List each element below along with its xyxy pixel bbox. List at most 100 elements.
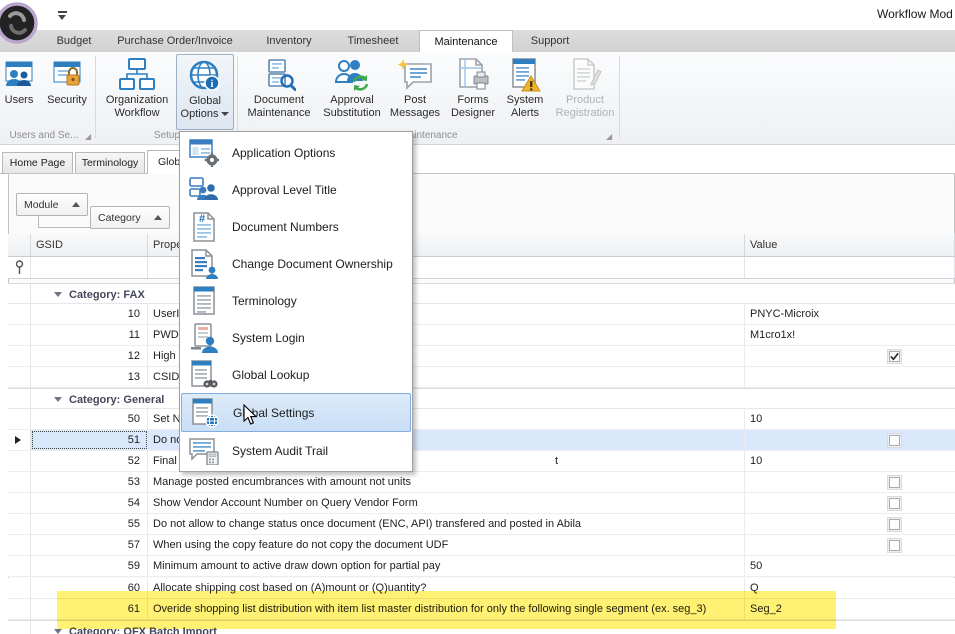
menu-item-application-options[interactable]: Application Options xyxy=(181,134,411,171)
cell-value[interactable] xyxy=(745,367,955,387)
menu-item-label: Change Document Ownership xyxy=(232,257,393,271)
table-row-53[interactable]: 53 Manage posted encumbrances with amoun… xyxy=(8,472,955,493)
menu-item-document-numbers[interactable]: # Document Numbers xyxy=(181,208,411,245)
global-options-button[interactable]: i Global Options xyxy=(176,54,234,130)
tab-purchase-order-invoice[interactable]: Purchase Order/Invoice xyxy=(108,30,242,52)
app-logo-icon[interactable] xyxy=(0,1,40,50)
approval-substitution-icon xyxy=(318,56,386,94)
post-messages-button[interactable]: Post Messages xyxy=(388,56,442,126)
cell-value[interactable]: 10 xyxy=(745,451,955,471)
cell-property[interactable]: Minimum amount to active draw down optio… xyxy=(148,556,745,576)
checkbox-unchecked[interactable] xyxy=(887,517,902,532)
tab-inventory[interactable]: Inventory xyxy=(252,30,326,52)
button-label: Registration xyxy=(556,107,615,119)
cell-property[interactable]: Show Vendor Account Number on Query Vend… xyxy=(148,493,745,513)
cell-value[interactable]: PNYC-Microix xyxy=(745,304,955,324)
table-row-59[interactable]: 59 Minimum amount to active draw down op… xyxy=(8,556,955,577)
table-row-57[interactable]: 57 When using the copy feature do not co… xyxy=(8,535,955,556)
system-alerts-button[interactable]: System Alerts xyxy=(502,56,548,126)
filter-cell-gsid[interactable] xyxy=(31,257,148,278)
cell-gsid: 51 xyxy=(31,430,148,450)
checkbox-unchecked[interactable] xyxy=(887,496,902,511)
tab-support[interactable]: Support xyxy=(518,30,582,52)
global-options-icon: i xyxy=(177,57,233,95)
group-row-general[interactable]: Category: General xyxy=(8,388,955,409)
forms-designer-icon xyxy=(444,56,502,94)
table-row-11[interactable]: 11 PWD M1cro1x! xyxy=(8,325,955,346)
sort-ascending-icon xyxy=(72,202,80,207)
checkbox-checked[interactable] xyxy=(887,349,902,364)
menu-item-global-lookup[interactable]: Global Lookup xyxy=(181,356,411,393)
cell-value[interactable] xyxy=(745,514,955,534)
table-row-12[interactable]: 12 High xyxy=(8,346,955,367)
system-alerts-icon xyxy=(502,56,548,94)
auto-filter-row[interactable] xyxy=(8,257,955,279)
cell-value[interactable] xyxy=(745,535,955,555)
cell-value[interactable] xyxy=(745,430,955,450)
organization-workflow-button[interactable]: Organization Workflow xyxy=(98,56,176,126)
tab-budget[interactable]: Budget xyxy=(44,30,104,52)
approval-substitution-button[interactable]: Approval Substitution xyxy=(318,56,386,126)
users-button[interactable]: Users xyxy=(0,56,38,126)
cell-gsid: 10 xyxy=(31,304,148,324)
checkbox-unchecked[interactable] xyxy=(887,433,902,448)
document-maintenance-button[interactable]: Document Maintenance xyxy=(240,56,318,126)
table-row-50[interactable]: 50 Set N 10 xyxy=(8,409,955,430)
menu-item-terminology[interactable]: Terminology xyxy=(181,282,411,319)
dialog-launcher-icon[interactable]: ◢ xyxy=(85,132,91,141)
collapse-arrow-icon[interactable] xyxy=(54,292,62,297)
cell-gsid: 50 xyxy=(31,409,148,429)
forms-designer-button[interactable]: Forms Designer xyxy=(444,56,502,126)
group-by-category[interactable]: Category xyxy=(90,206,170,229)
users-icon xyxy=(0,56,38,94)
menu-item-system-login[interactable]: System Login xyxy=(181,319,411,356)
button-label: Document xyxy=(254,94,304,106)
doc-tab-home-page[interactable]: Home Page xyxy=(2,152,73,174)
system-audit-trail-icon xyxy=(188,436,220,466)
filter-cell-value[interactable] xyxy=(745,257,955,278)
button-label: Security xyxy=(47,94,87,106)
menu-item-global-settings[interactable]: Global Settings xyxy=(181,393,411,432)
collapse-arrow-icon[interactable] xyxy=(54,629,62,634)
table-row-13[interactable]: 13 CSID xyxy=(8,367,955,388)
doc-tab-terminology[interactable]: Terminology xyxy=(75,152,145,174)
security-icon xyxy=(40,56,94,94)
table-row-51-selected[interactable]: 51 Do no xyxy=(8,430,955,451)
menu-item-approval-level-title[interactable]: Approval Level Title xyxy=(181,171,411,208)
table-row-52[interactable]: 52 Finalt 10 xyxy=(8,451,955,472)
cell-gsid: 59 xyxy=(31,556,148,576)
cell-property[interactable]: Manage posted encumbrances with amount n… xyxy=(148,472,745,492)
organization-workflow-icon xyxy=(98,56,176,94)
collapse-arrow-icon[interactable] xyxy=(54,397,62,402)
cell-value[interactable] xyxy=(745,346,955,366)
cell-value[interactable] xyxy=(745,472,955,492)
group-by-module-label: Module xyxy=(24,199,58,211)
group-row-fax[interactable]: Category: FAX xyxy=(8,283,955,304)
tab-maintenance[interactable]: Maintenance xyxy=(419,30,513,52)
group-by-module[interactable]: Module xyxy=(16,193,88,216)
button-label: Users xyxy=(5,94,34,106)
table-row-55[interactable]: 55 Do not allow to change status once do… xyxy=(8,514,955,535)
security-button[interactable]: Security xyxy=(40,56,94,126)
quick-access-customize-icon[interactable] xyxy=(58,11,68,21)
checkbox-unchecked[interactable] xyxy=(887,538,902,553)
table-row-10[interactable]: 10 UserI PNYC-Microix xyxy=(8,304,955,325)
column-header-gsid[interactable]: GSID xyxy=(31,234,148,256)
menu-item-system-audit-trail[interactable]: System Audit Trail xyxy=(181,432,411,469)
dialog-launcher-icon[interactable]: ◢ xyxy=(606,132,612,141)
checkbox-unchecked[interactable] xyxy=(887,475,902,490)
button-label: Options xyxy=(181,108,219,120)
document-maintenance-icon xyxy=(240,56,318,94)
cell-value[interactable]: 10 xyxy=(745,409,955,429)
column-header-value[interactable]: Value xyxy=(745,234,955,256)
cell-gsid: 52 xyxy=(31,451,148,471)
menu-item-change-document-ownership[interactable]: Change Document Ownership xyxy=(181,245,411,282)
cell-value[interactable] xyxy=(745,493,955,513)
cell-property[interactable]: When using the copy feature do not copy … xyxy=(148,535,745,555)
tab-timesheet[interactable]: Timesheet xyxy=(336,30,410,52)
change-document-ownership-icon xyxy=(188,249,220,279)
cell-value[interactable]: 50 xyxy=(745,556,955,576)
cell-property[interactable]: Do not allow to change status once docum… xyxy=(148,514,745,534)
table-row-54[interactable]: 54 Show Vendor Account Number on Query V… xyxy=(8,493,955,514)
cell-value[interactable]: M1cro1x! xyxy=(745,325,955,345)
